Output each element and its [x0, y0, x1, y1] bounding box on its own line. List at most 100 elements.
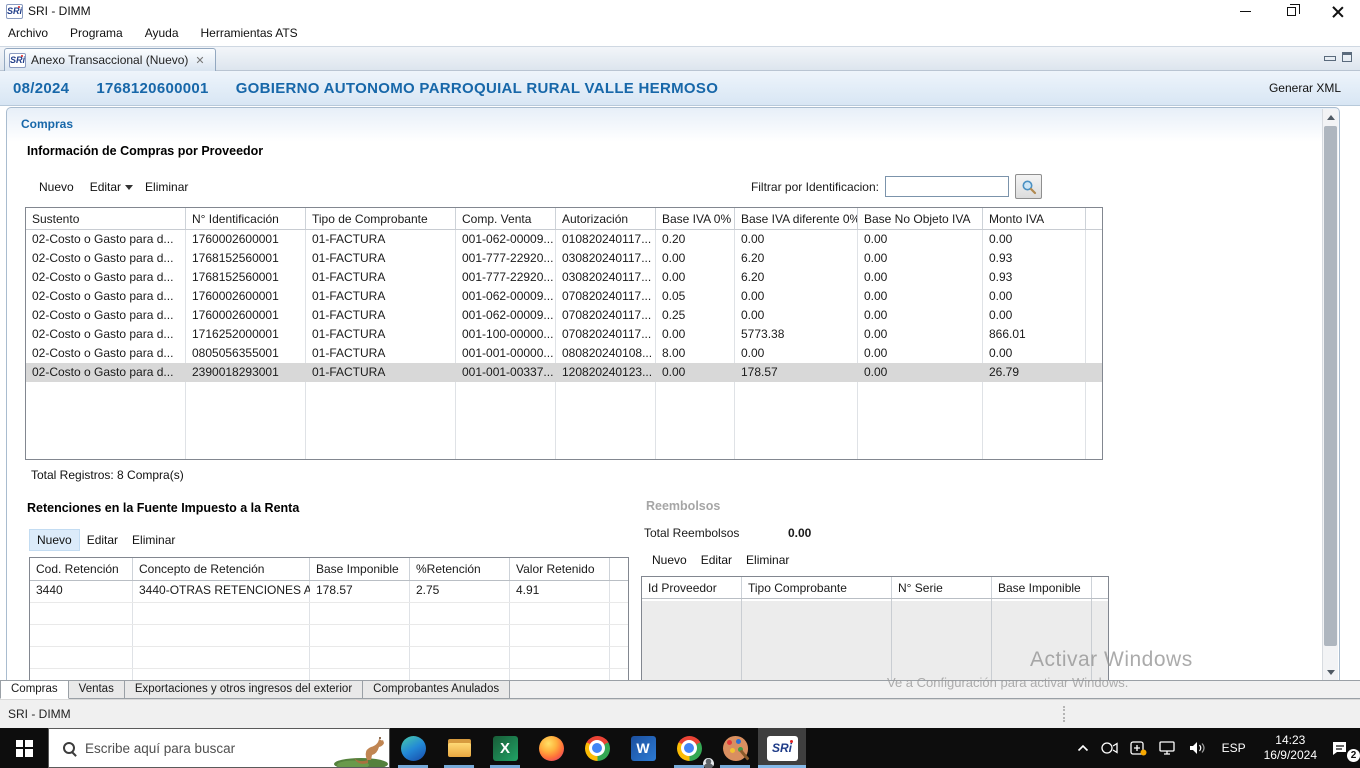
editar-dropdown-icon[interactable]	[125, 185, 133, 190]
tray-language-indicator[interactable]: ESP	[1212, 728, 1256, 768]
table-row[interactable]: 02-Costo o Gasto para d...23900182930010…	[26, 363, 1102, 382]
table-cell	[133, 669, 310, 680]
period-label: 08/2024	[13, 80, 69, 97]
table-cell: 0.00	[858, 363, 983, 382]
table-cell: 3440-OTRAS RETENCIONES A...	[133, 581, 310, 602]
column-header-5[interactable]: Valor Retenido	[510, 558, 610, 580]
retenciones-editar-button[interactable]: Editar	[80, 530, 125, 550]
retenciones-nuevo-button[interactable]: Nuevo	[29, 529, 80, 551]
table-row[interactable]: 02-Costo o Gasto para d...17681525600010…	[26, 249, 1102, 268]
generar-xml-button[interactable]: Generar XML	[1269, 81, 1341, 95]
compras-eliminar-button[interactable]: Eliminar	[137, 178, 196, 196]
view-minimize-icon[interactable]	[1324, 52, 1334, 62]
taskbar-search[interactable]: Escribe aquí para buscar	[48, 728, 390, 768]
scroll-down-icon[interactable]	[1323, 664, 1338, 680]
table-cell: 001-777-22920...	[456, 249, 556, 268]
column-header-2[interactable]: N° Identificación	[186, 208, 306, 229]
start-button[interactable]	[0, 728, 48, 768]
scrollbar-thumb[interactable]	[1324, 126, 1337, 646]
tray-update-icon[interactable]	[1124, 728, 1153, 768]
table-row[interactable]: 02-Costo o Gasto para d...08050563550010…	[26, 344, 1102, 363]
reembolsos-editar-button[interactable]: Editar	[694, 551, 739, 569]
filter-search-button[interactable]	[1015, 174, 1042, 199]
tab-comprobantes-anulados[interactable]: Comprobantes Anulados	[363, 681, 510, 699]
table-cell: 02-Costo o Gasto para d...	[26, 249, 186, 268]
table-cell: 120820240123...	[556, 363, 656, 382]
close-button[interactable]	[1314, 0, 1360, 22]
table-cell: 01-FACTURA	[306, 325, 456, 344]
taskbar-app-file-explorer[interactable]	[436, 728, 482, 768]
table-row[interactable]: 02-Costo o Gasto para d...17600026000010…	[26, 306, 1102, 325]
table-cell	[30, 647, 133, 668]
scroll-up-icon[interactable]	[1323, 109, 1338, 125]
taskbar-app-word[interactable]: W	[620, 728, 666, 768]
tray-volume-icon[interactable]	[1183, 728, 1212, 768]
taskbar-app-chrome-profile[interactable]	[666, 728, 712, 768]
panel-title: Compras	[21, 117, 73, 131]
tab-ventas[interactable]: Ventas	[69, 681, 125, 699]
reembolsos-nuevo-button[interactable]: Nuevo	[645, 551, 694, 569]
tab-exportaciones[interactable]: Exportaciones y otros ingresos del exter…	[125, 681, 363, 699]
table-cell	[410, 669, 510, 680]
reembolsos-eliminar-button[interactable]: Eliminar	[739, 551, 796, 569]
tray-meet-now-icon[interactable]	[1095, 728, 1124, 768]
empty-row[interactable]	[30, 603, 628, 625]
table-row[interactable]: 34403440-OTRAS RETENCIONES A...178.572.7…	[30, 581, 628, 603]
column-header-4[interactable]: %Retención	[410, 558, 510, 580]
column-header-7[interactable]: Base IVA diferente 0%	[735, 208, 858, 229]
tray-clock[interactable]: 14:2316/9/2024	[1256, 728, 1325, 768]
sri-icon: SRi	[767, 736, 798, 761]
column-header-9[interactable]: Monto IVA	[983, 208, 1086, 229]
column-header-4[interactable]: Base Imponible	[992, 577, 1092, 598]
tray-chevron-up-icon[interactable]	[1071, 728, 1095, 768]
column-header-6[interactable]: Base IVA 0%	[656, 208, 735, 229]
vertical-scrollbar[interactable]	[1322, 109, 1338, 680]
tab-anexo-transaccional[interactable]: SRi Anexo Transaccional (Nuevo) ✕	[4, 48, 216, 71]
column-header-2[interactable]: Tipo Comprobante	[742, 577, 892, 598]
table-cell: 001-777-22920...	[456, 268, 556, 287]
column-header-1[interactable]: Id Proveedor	[642, 577, 742, 598]
menu-herramientas-ats[interactable]: Herramientas ATS	[191, 23, 310, 43]
column-header-8[interactable]: Base No Objeto IVA	[858, 208, 983, 229]
retenciones-eliminar-button[interactable]: Eliminar	[125, 530, 182, 550]
menu-archivo[interactable]: Archivo	[0, 23, 60, 43]
column-header-3[interactable]: Base Imponible	[310, 558, 410, 580]
tab-compras[interactable]: Compras	[0, 681, 69, 699]
table-cell: 4.91	[510, 581, 610, 602]
table-row[interactable]: 02-Costo o Gasto para d...17600026000010…	[26, 230, 1102, 249]
table-row[interactable]: 02-Costo o Gasto para d...17162520000010…	[26, 325, 1102, 344]
filter-input[interactable]	[885, 176, 1009, 197]
view-maximize-icon[interactable]	[1342, 52, 1352, 62]
tray-notifications-icon[interactable]: 2	[1325, 728, 1360, 768]
column-header-5[interactable]: Autorización	[556, 208, 656, 229]
minimize-button[interactable]	[1222, 0, 1268, 22]
empty-row[interactable]	[30, 669, 628, 680]
menu-ayuda[interactable]: Ayuda	[135, 23, 191, 43]
column-header-2[interactable]: Concepto de Retención	[133, 558, 310, 580]
tray-network-icon[interactable]	[1153, 728, 1183, 768]
compras-nuevo-button[interactable]: Nuevo	[31, 178, 82, 196]
column-header-4[interactable]: Comp. Venta	[456, 208, 556, 229]
taskbar-app-paint[interactable]	[712, 728, 758, 768]
search-highlight-image[interactable]	[333, 729, 389, 767]
restore-button[interactable]	[1268, 0, 1314, 22]
table-row[interactable]: 02-Costo o Gasto para d...17600026000010…	[26, 287, 1102, 306]
taskbar-app-excel[interactable]: X	[482, 728, 528, 768]
compras-editar-button[interactable]: Editar	[82, 178, 123, 196]
table-cell	[510, 603, 610, 624]
column-header-3[interactable]: N° Serie	[892, 577, 992, 598]
column-header-1[interactable]: Cod. Retención	[30, 558, 133, 580]
empty-row[interactable]	[30, 647, 628, 669]
column-header-3[interactable]: Tipo de Comprobante	[306, 208, 456, 229]
taskbar-app-firefox[interactable]	[528, 728, 574, 768]
table-cell: 02-Costo o Gasto para d...	[26, 287, 186, 306]
taskbar-app-chrome[interactable]	[574, 728, 620, 768]
table-row[interactable]: 02-Costo o Gasto para d...17681525600010…	[26, 268, 1102, 287]
menu-programa[interactable]: Programa	[60, 23, 135, 43]
taskbar-app-sri-dimm[interactable]: SRi	[758, 728, 806, 768]
table-cell: 030820240117...	[556, 268, 656, 287]
empty-row[interactable]	[30, 625, 628, 647]
column-header-1[interactable]: Sustento	[26, 208, 186, 229]
tab-close-icon[interactable]: ✕	[193, 53, 206, 68]
taskbar-app-edge[interactable]	[390, 728, 436, 768]
